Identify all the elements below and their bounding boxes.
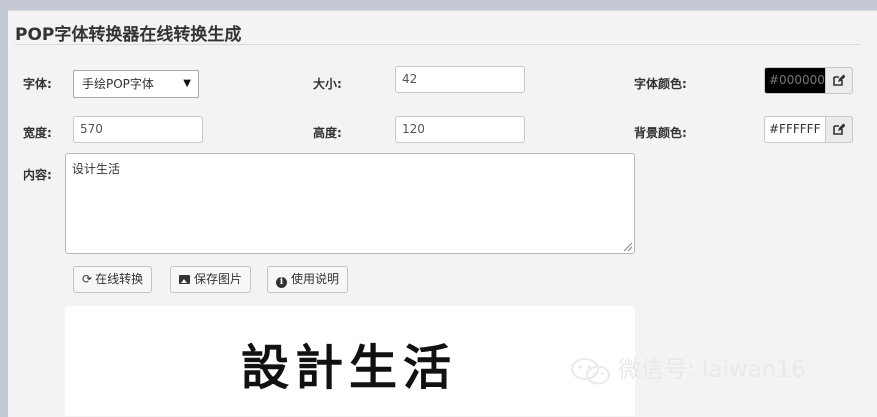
content-value: 设计生活	[72, 162, 121, 176]
save-button-label: 保存图片	[194, 272, 243, 286]
content-label: 内容:	[23, 168, 52, 182]
info-icon: i	[276, 277, 287, 288]
font-color-label: 字体颜色:	[634, 77, 687, 91]
convert-button-label: 在线转换	[95, 272, 144, 286]
width-input[interactable]: 570	[73, 116, 203, 143]
font-color-picker-button[interactable]	[825, 67, 853, 94]
preview-area: 設計生活	[65, 306, 635, 416]
edit-icon	[833, 123, 846, 135]
watermark: 微信号: laiwan16	[570, 352, 806, 388]
font-select-value: 手绘POP字体	[82, 77, 154, 91]
bg-color-input[interactable]: #FFFFFF	[764, 116, 825, 143]
size-label: 大小:	[313, 77, 342, 91]
picture-icon	[179, 275, 190, 284]
size-input[interactable]: 42	[395, 66, 525, 93]
font-select[interactable]: 手绘POP字体 ▼	[73, 70, 199, 98]
resize-handle-icon[interactable]	[624, 243, 632, 251]
bg-color-label: 背景颜色:	[634, 126, 687, 140]
font-label: 字体:	[23, 77, 52, 91]
height-label: 高度:	[313, 126, 342, 140]
height-input[interactable]: 120	[395, 116, 525, 143]
width-label: 宽度:	[23, 126, 52, 140]
watermark-text: 微信号: laiwan16	[618, 357, 806, 383]
convert-button[interactable]: ⟳ 在线转换	[73, 266, 153, 293]
page-title: POP字体转换器在线转换生成	[15, 25, 242, 45]
help-button[interactable]: i 使用说明	[267, 266, 349, 293]
title-divider	[15, 44, 861, 45]
preview-text: 設計生活	[241, 340, 458, 396]
font-color-input[interactable]: #000000	[764, 67, 825, 94]
dropdown-arrow-icon: ▼	[183, 78, 191, 89]
save-image-button[interactable]: 保存图片	[170, 266, 252, 293]
refresh-icon: ⟳	[82, 272, 93, 286]
content-textarea[interactable]: 设计生活	[65, 153, 635, 254]
help-button-label: 使用说明	[291, 272, 340, 286]
bg-color-picker-button[interactable]	[825, 116, 853, 143]
wechat-icon	[571, 357, 610, 384]
edit-icon	[833, 74, 846, 86]
